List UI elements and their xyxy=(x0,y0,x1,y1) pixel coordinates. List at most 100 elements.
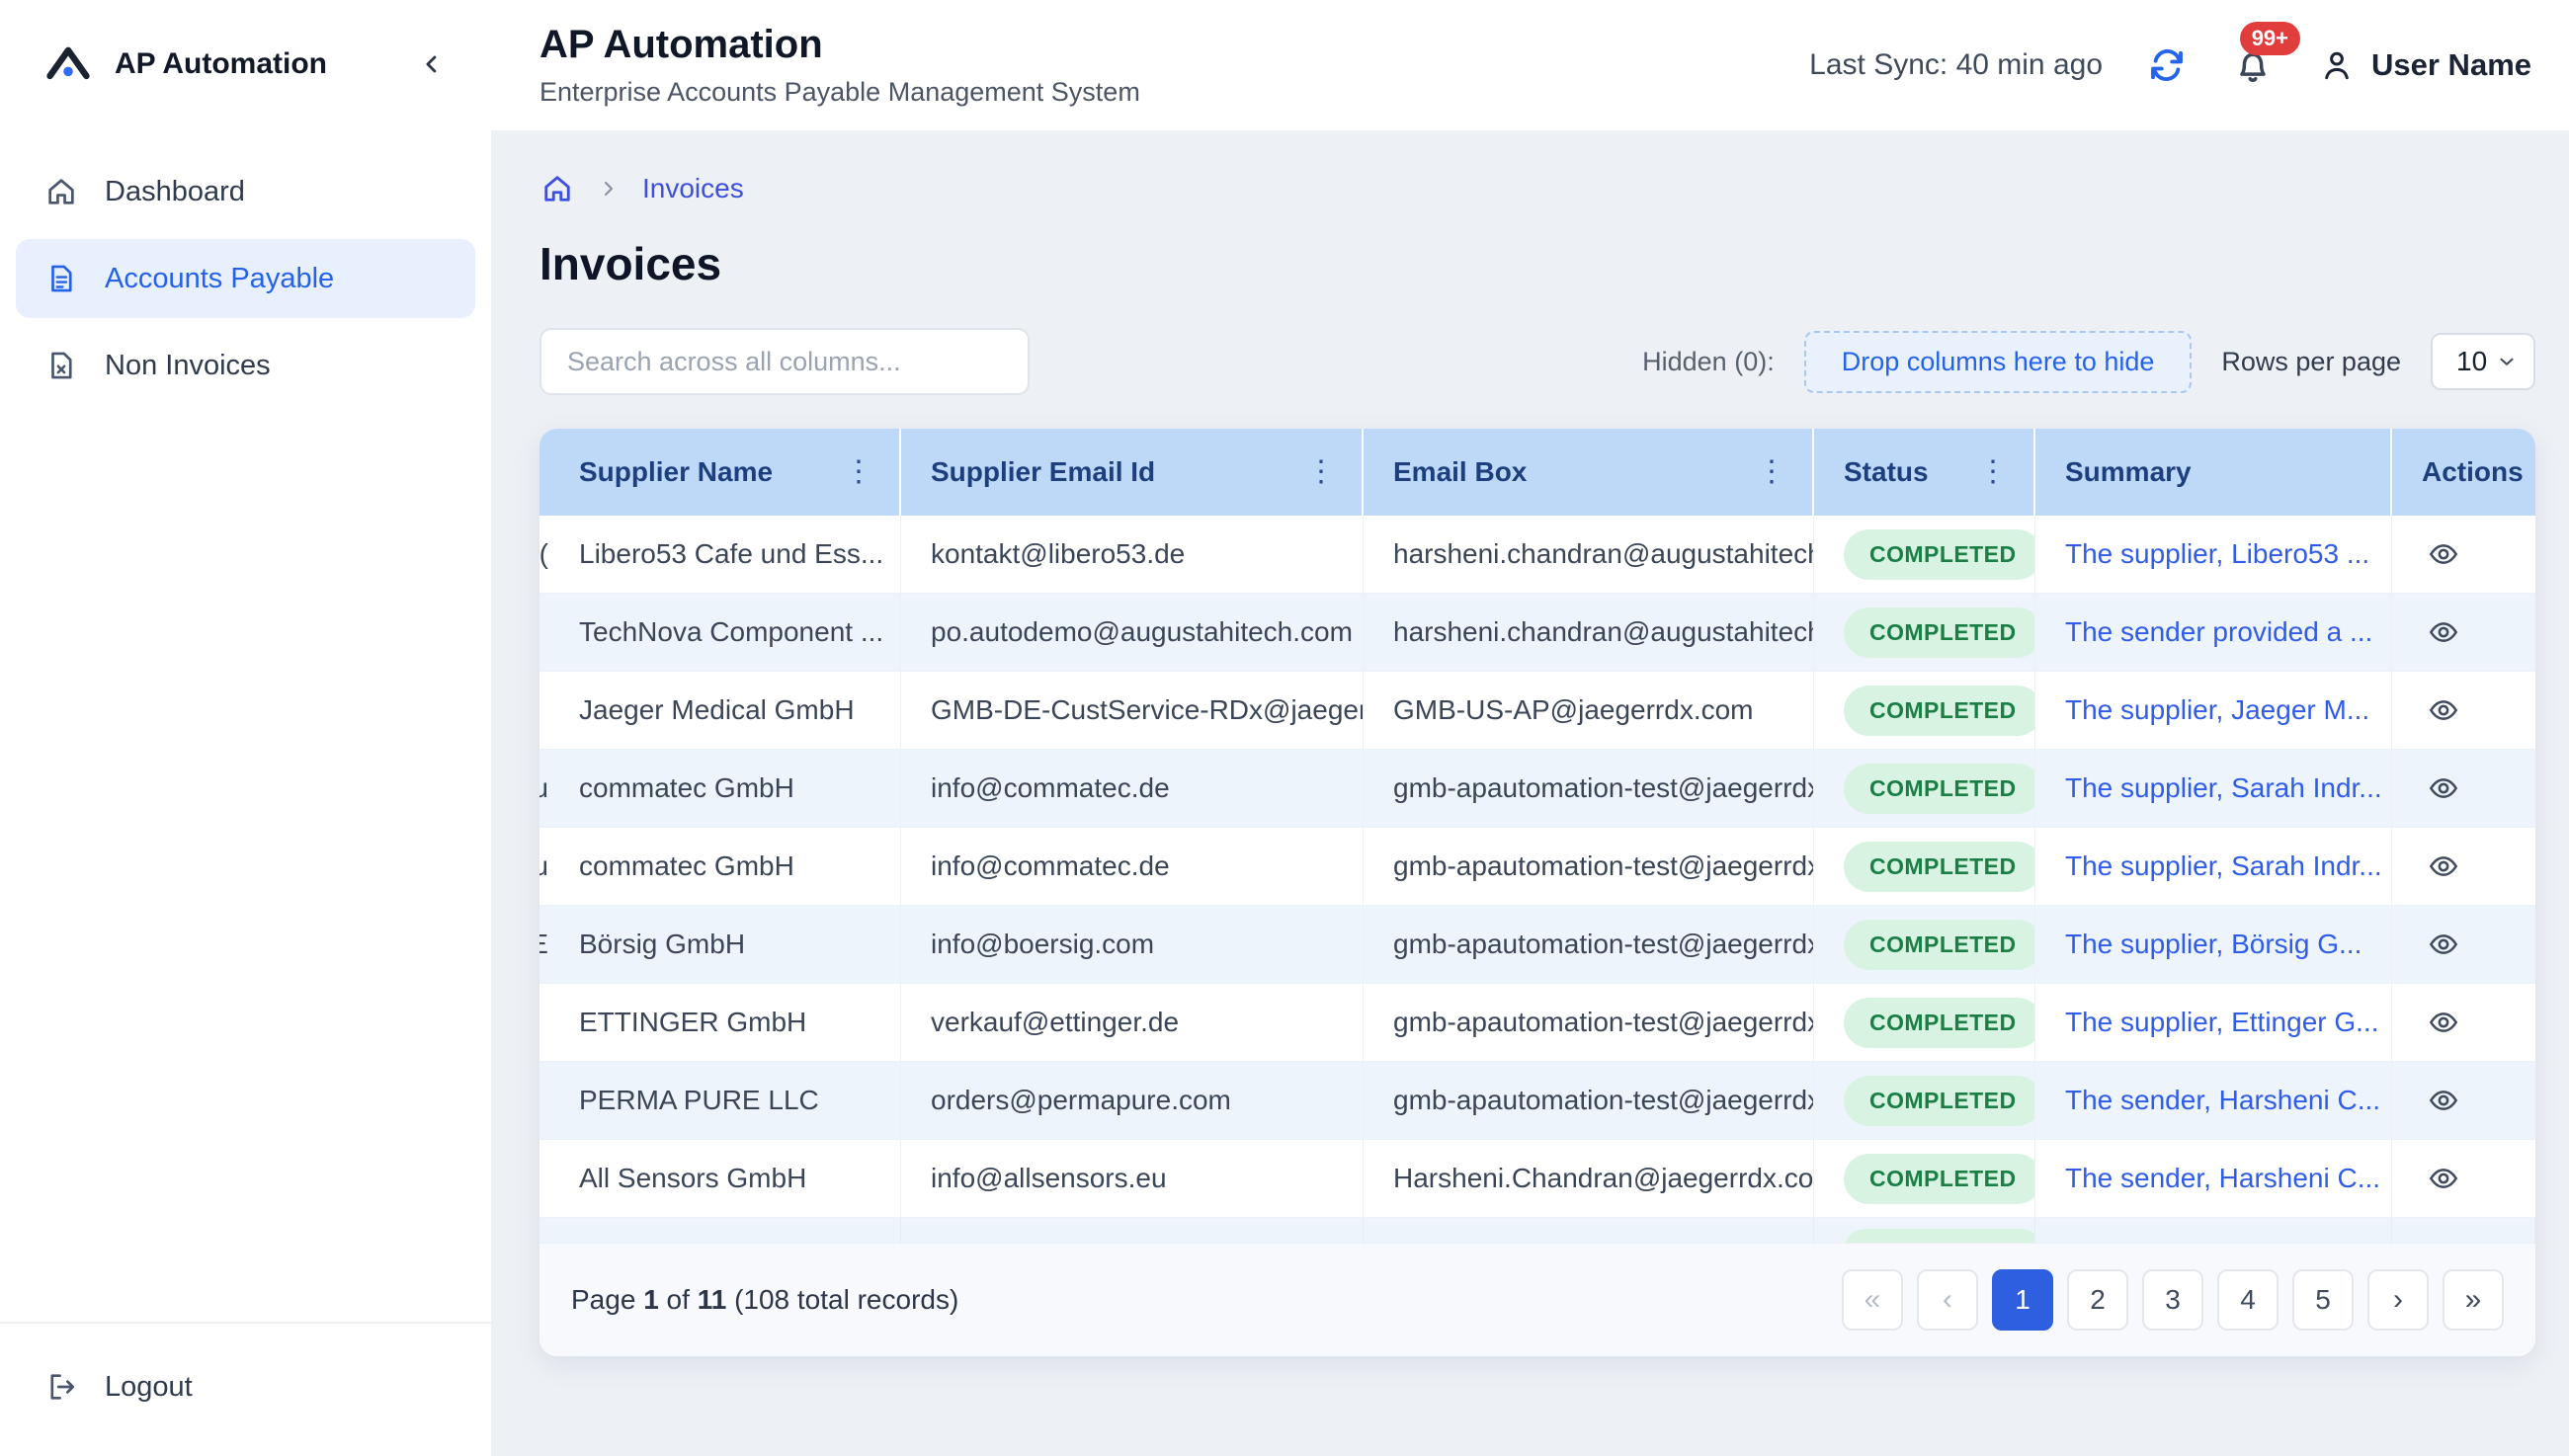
clipped-text: u xyxy=(539,850,548,882)
clipped-cell xyxy=(539,1218,549,1243)
notifications-bell-icon[interactable]: 99+ xyxy=(2231,43,2275,87)
clipped-cell: u xyxy=(539,828,549,905)
page-button-3[interactable]: 3 xyxy=(2142,1269,2203,1331)
sidebar-collapse-icon[interactable] xyxy=(412,44,452,84)
rows-per-page-select[interactable]: 10 xyxy=(2431,333,2535,390)
page-info: Page 1 of 11 (108 total records) xyxy=(571,1284,958,1316)
view-invoice-eye-icon[interactable] xyxy=(2422,694,2465,726)
cell-summary: The sender provided a ... xyxy=(2035,594,2392,671)
column-menu-icon[interactable]: ⋮ xyxy=(1974,453,2012,491)
current-page-number: 1 xyxy=(643,1284,659,1315)
cell-supplier-email-id: info@commatec.de xyxy=(901,750,1364,827)
topbar-title-block: AP Automation Enterprise Accounts Payabl… xyxy=(539,23,1140,108)
column-header-summary[interactable]: Summary xyxy=(2035,429,2392,516)
clipped-cell: ( xyxy=(539,516,549,593)
cell-summary: The supplier, Sarah Indr... xyxy=(2035,828,2392,905)
cell-email-box: gmb-apautomation-test@jaegerrdx.com xyxy=(1364,984,1814,1061)
view-invoice-eye-icon[interactable] xyxy=(2422,850,2465,882)
sidebar-logo-row: AP Automation xyxy=(0,0,491,122)
cell-status: COMPLETED xyxy=(1814,594,2035,671)
cell-status: COMPLETED xyxy=(1814,984,2035,1061)
breadcrumb-home-icon[interactable] xyxy=(539,171,575,206)
clipped-text: ( xyxy=(539,538,548,570)
file-x-icon xyxy=(43,348,79,383)
view-invoice-eye-icon[interactable] xyxy=(2422,1085,2465,1116)
invoices-table-card: Supplier Name ⋮ Supplier Email Id ⋮ Emai… xyxy=(539,429,2535,1356)
summary-link[interactable]: The supplier, Libero53 ... xyxy=(2065,538,2369,570)
cell-summary: The supplier, Jaeger M... xyxy=(2035,672,2392,749)
cell-status: COMPLETED xyxy=(1814,1140,2035,1217)
prev-page-button: ‹ xyxy=(1917,1269,1978,1331)
table-footer: Page 1 of 11 (108 total records) «‹12345… xyxy=(539,1243,2535,1356)
table-row: ucommatec GmbHinfo@commatec.degmb-apauto… xyxy=(539,828,2535,906)
cell-email-box: GMB-US-AP@jaegerrdx.com xyxy=(1364,672,1814,749)
cell-supplier-name: PERMA PURE LLC xyxy=(549,1062,901,1139)
summary-link[interactable]: The supplier, Ettinger G... xyxy=(2065,1007,2379,1038)
page-button-1[interactable]: 1 xyxy=(1992,1269,2053,1331)
refresh-icon[interactable] xyxy=(2146,44,2188,86)
cell-supplier-email-id: info@allsensors.eu xyxy=(901,1140,1364,1217)
notification-count-badge: 99+ xyxy=(2240,22,2300,55)
cell-supplier-email-id: info@boersig.com xyxy=(901,906,1364,983)
view-invoice-eye-icon[interactable] xyxy=(2422,616,2465,648)
view-invoice-eye-icon[interactable] xyxy=(2422,929,2465,960)
summary-link[interactable]: The sender, Harsheni C... xyxy=(2065,1163,2380,1194)
view-invoice-eye-icon[interactable] xyxy=(2422,1007,2465,1038)
column-menu-icon[interactable]: ⋮ xyxy=(1753,453,1790,491)
main-area: AP Automation Enterprise Accounts Payabl… xyxy=(491,0,2569,1456)
cell-actions xyxy=(2392,1218,2535,1243)
table-row: ucommatec GmbHinfo@commatec.degmb-apauto… xyxy=(539,750,2535,828)
view-invoice-eye-icon[interactable] xyxy=(2422,772,2465,804)
cell-actions xyxy=(2392,984,2535,1061)
summary-link[interactable]: The supplier, Sarah Indr... xyxy=(2065,772,2381,804)
topbar-actions: Last Sync: 40 min ago 99+ xyxy=(1809,43,2531,87)
summary-link[interactable]: The sender, Harsheni C... xyxy=(2065,1085,2380,1116)
cell-status: COMPLETED xyxy=(1814,750,2035,827)
status-badge: COMPLETED xyxy=(1844,1076,2035,1126)
cell-actions xyxy=(2392,1140,2535,1217)
cell-status: COMPLETED xyxy=(1814,828,2035,905)
view-invoice-eye-icon[interactable] xyxy=(2422,1163,2465,1194)
user-menu[interactable]: User Name xyxy=(2318,46,2531,84)
column-header-supplier-name[interactable]: Supplier Name ⋮ xyxy=(549,429,901,516)
search-input[interactable] xyxy=(539,328,1030,395)
cell-status: COMPLETED xyxy=(1814,672,2035,749)
sidebar-item-non-invoices[interactable]: Non Invoices xyxy=(16,326,475,405)
column-header-status[interactable]: Status ⋮ xyxy=(1814,429,2035,516)
cell-status: COMPLETED xyxy=(1814,516,2035,593)
clipped-cell: u xyxy=(539,750,549,827)
cell-actions xyxy=(2392,828,2535,905)
status-badge: COMPLETED xyxy=(1844,764,2035,814)
last-page-button[interactable]: » xyxy=(2443,1269,2504,1331)
status-badge: COMPLETED xyxy=(1844,607,2035,658)
page-button-2[interactable]: 2 xyxy=(2067,1269,2128,1331)
column-header-email-box[interactable]: Email Box ⋮ xyxy=(1364,429,1814,516)
column-header-supplier-email-id[interactable]: Supplier Email Id ⋮ xyxy=(901,429,1364,516)
breadcrumb-invoices-link[interactable]: Invoices xyxy=(642,173,744,204)
summary-link[interactable]: The supplier, Börsig G... xyxy=(2065,929,2362,960)
page-button-4[interactable]: 4 xyxy=(2217,1269,2279,1331)
cell-email-box: harsheni.chandran@augustahitech.com xyxy=(1364,594,1814,671)
sidebar-spacer xyxy=(0,405,491,1322)
page-button-5[interactable]: 5 xyxy=(2292,1269,2354,1331)
sidebar-footer: Logout xyxy=(0,1322,491,1456)
drop-columns-zone[interactable]: Drop columns here to hide xyxy=(1804,331,2193,393)
cell-supplier-name: Börsig GmbH xyxy=(549,906,901,983)
view-invoice-eye-icon[interactable] xyxy=(2422,538,2465,570)
sidebar-item-accounts-payable[interactable]: Accounts Payable xyxy=(16,239,475,318)
summary-link[interactable]: The sender provided a ... xyxy=(2065,616,2372,648)
status-badge: COMPLETED xyxy=(1844,842,2035,892)
rows-per-page-value: 10 xyxy=(2456,346,2487,377)
column-menu-icon[interactable]: ⋮ xyxy=(1302,453,1340,491)
table-row: All Sensors GmbHinfo@allsensors.euHarshe… xyxy=(539,1140,2535,1218)
clipped-cell: Ξ xyxy=(539,906,549,983)
sidebar-item-dashboard[interactable]: Dashboard xyxy=(16,152,475,231)
next-page-button[interactable]: › xyxy=(2367,1269,2429,1331)
page-app-subtitle: Enterprise Accounts Payable Management S… xyxy=(539,77,1140,108)
column-header-actions: Actions xyxy=(2392,429,2535,516)
summary-link[interactable]: The supplier, Sarah Indr... xyxy=(2065,850,2381,882)
cell-email-box: Harsheni.Chandran@jaegerrdx.com xyxy=(1364,1140,1814,1217)
column-menu-icon[interactable]: ⋮ xyxy=(840,453,877,491)
logout-button[interactable]: Logout xyxy=(16,1347,475,1426)
summary-link[interactable]: The supplier, Jaeger M... xyxy=(2065,694,2369,726)
